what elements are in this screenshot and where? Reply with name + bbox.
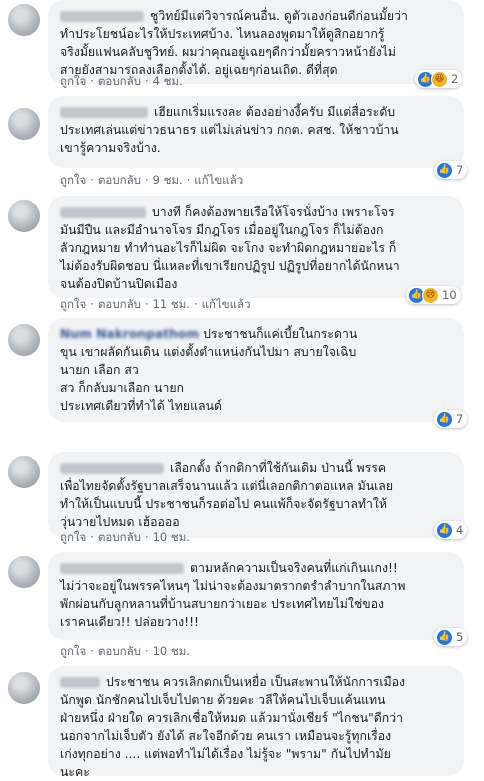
like-reaction-icon: 👍 <box>436 161 453 179</box>
commenter-name[interactable] <box>60 207 146 218</box>
reply-link[interactable]: ตอบกลับ <box>98 173 141 187</box>
comment-actions: ถูกใจ · ตอบกลับ · 11 ชม. · แก้ไขแล้ว <box>60 296 251 312</box>
separator: · <box>90 173 94 187</box>
haha-reaction-icon: 😆 <box>431 70 448 88</box>
comment-bubble: ชูวิทย์มีแต่วิจารณ์คนอื่น. ดูตัวเองก่อนด… <box>48 0 464 84</box>
separator: · <box>144 644 149 658</box>
reaction-count: 10 <box>442 288 457 302</box>
like-link[interactable]: ถูกใจ <box>60 74 86 88</box>
comment-actions: ถูกใจ · ตอบกลับ · 10 ชม. <box>60 643 190 659</box>
comment-bubble: เลือกตั้ง ถ้ากติกาที่ใช้กันเดิม ป่านนี้ … <box>48 452 464 538</box>
separator: · <box>144 297 149 311</box>
separator: · <box>90 644 94 658</box>
reply-link[interactable]: ตอบกลับ <box>98 530 141 544</box>
like-link[interactable]: ถูกใจ <box>60 173 86 187</box>
reaction-summary[interactable]: 👍 5 <box>434 628 468 646</box>
reaction-summary[interactable]: 👍 7 <box>434 161 468 179</box>
separator: · <box>90 297 94 311</box>
comment-bubble: เฮียแกเริ่มแรงละ ต้องอย่างงี้ครับ มีแต่ส… <box>48 96 464 168</box>
separator: · <box>90 530 94 544</box>
timestamp[interactable]: 11 ชม. <box>153 297 190 311</box>
comment-actions: ถูกใจ · ตอบกลับ · 10 ชม. <box>60 529 190 545</box>
commenter-name[interactable] <box>60 11 144 22</box>
like-reaction-icon: 👍 <box>436 628 453 646</box>
reaction-count: 4 <box>456 523 464 537</box>
avatar[interactable] <box>8 108 40 140</box>
separator: · <box>193 297 198 311</box>
separator: · <box>186 173 191 187</box>
avatar[interactable] <box>8 672 40 704</box>
avatar[interactable] <box>8 4 40 36</box>
like-reaction-icon: 👍 <box>436 521 453 539</box>
commenter-name[interactable] <box>60 463 164 474</box>
reaction-summary[interactable]: 👍 7 <box>434 410 468 428</box>
separator: · <box>144 74 149 88</box>
reaction-count: 5 <box>456 630 464 644</box>
timestamp[interactable]: 4 ชม. <box>153 74 183 88</box>
like-link[interactable]: ถูกใจ <box>60 644 86 658</box>
avatar[interactable] <box>8 324 40 356</box>
comment-bubble: ตามหลักความเป็นจริงคนที่แก่เกินแกง!! ไม่… <box>48 552 464 640</box>
comment-bubble: บางที ก็คงต้องพายเรือให้โจรนั่งบ้าง เพรา… <box>48 196 464 298</box>
commenter-name[interactable]: Num Nakronpathom <box>60 327 199 341</box>
like-link[interactable]: ถูกใจ <box>60 530 86 544</box>
commenter-name[interactable] <box>60 563 184 574</box>
like-reaction-icon: 👍 <box>436 410 453 428</box>
like-link[interactable]: ถูกใจ <box>60 297 86 311</box>
separator: · <box>90 74 94 88</box>
commenter-name[interactable] <box>60 107 148 118</box>
reaction-count: 2 <box>451 72 459 86</box>
commenter-name[interactable] <box>60 677 100 688</box>
timestamp[interactable]: 10 ชม. <box>153 530 190 544</box>
reply-link[interactable]: ตอบกลับ <box>98 644 141 658</box>
avatar[interactable] <box>8 200 40 232</box>
comment-actions: ถูกใจ · ตอบกลับ · 4 ชม. <box>60 73 183 89</box>
comment-bubble: ประชาชน ควรเลิกตกเป็นเหยื่อ เป็นสะพานให้… <box>48 666 464 779</box>
reaction-count: 7 <box>456 412 464 426</box>
avatar[interactable] <box>8 556 40 588</box>
avatar[interactable] <box>8 456 40 488</box>
edited-label[interactable]: แก้ไขแล้ว <box>202 297 251 311</box>
reaction-count: 7 <box>456 163 464 177</box>
separator: · <box>144 530 149 544</box>
edited-label[interactable]: แก้ไขแล้ว <box>194 173 243 187</box>
separator: · <box>144 173 149 187</box>
reaction-summary[interactable]: 👍 😆 2 <box>415 70 463 88</box>
reply-link[interactable]: ตอบกลับ <box>98 297 141 311</box>
comment-bubble: Num Nakronpathom ประชาชนก็แค่เบี้ยในกระด… <box>48 318 464 422</box>
timestamp[interactable]: 10 ชม. <box>153 644 190 658</box>
reply-link[interactable]: ตอบกลับ <box>98 74 141 88</box>
reaction-summary[interactable]: 👍 4 <box>434 521 468 539</box>
timestamp[interactable]: 9 ชม. <box>153 173 183 187</box>
sad-reaction-icon: 😢 <box>422 286 439 304</box>
comment-text: ประชาชน ควรเลิกตกเป็นเหยื่อ เป็นสะพานให้… <box>60 675 406 779</box>
comment-actions: ถูกใจ · ตอบกลับ · 9 ชม. · แก้ไขแล้ว <box>60 172 243 188</box>
reaction-summary[interactable]: 👍 😢 10 <box>406 286 461 304</box>
